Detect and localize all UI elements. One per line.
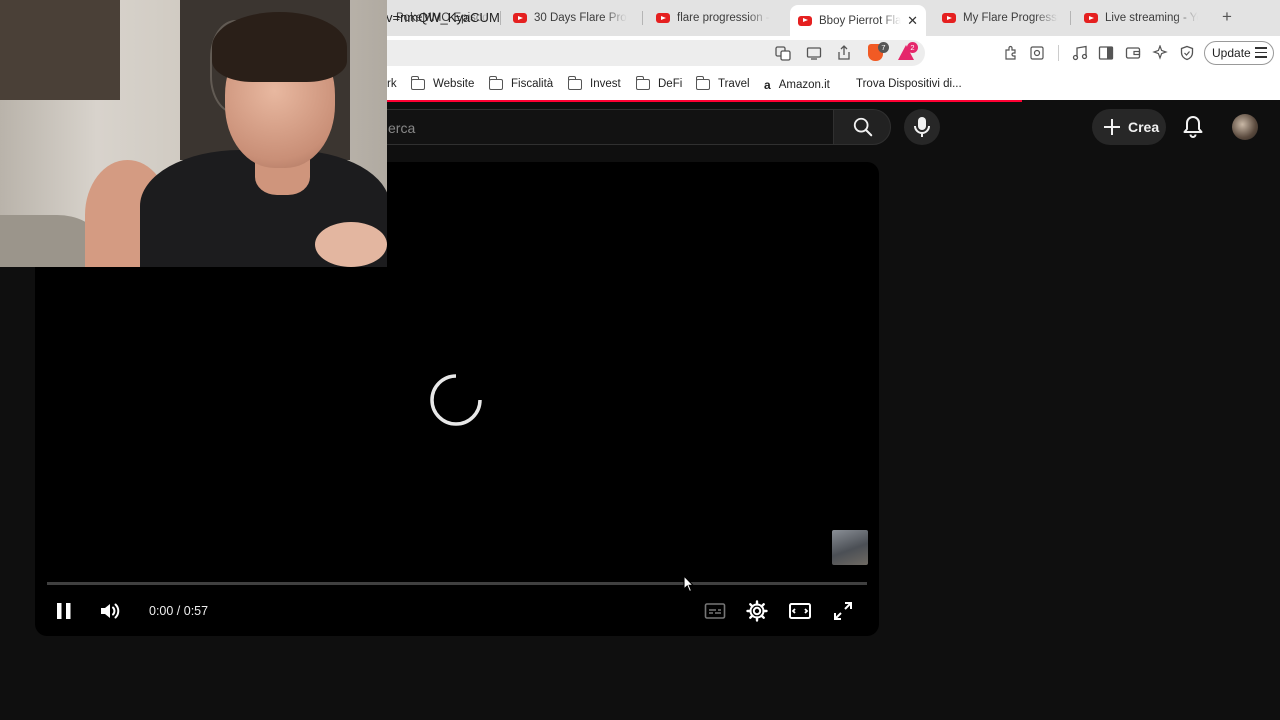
bookmark-website[interactable]: Website: [410, 75, 475, 90]
subtitles-icon[interactable]: [703, 599, 727, 623]
update-label: Update: [1212, 46, 1251, 60]
bookmark-defi[interactable]: DeFi: [635, 75, 683, 90]
url-text[interactable]: v=nmQW_KyaCUM: [386, 10, 500, 25]
tab-flare-progression[interactable]: flare progression -: [648, 5, 778, 31]
search-input[interactable]: [380, 109, 834, 145]
account-avatar[interactable]: [1232, 114, 1258, 140]
page-load-progress: [387, 100, 1022, 102]
tab-title: flare progression -: [677, 12, 770, 24]
folder-icon: [567, 75, 582, 90]
search-button[interactable]: [833, 109, 891, 145]
bookmark-label: Invest: [590, 78, 621, 90]
tab-title: Bboy Pierrot Flare: [819, 14, 902, 27]
end-screen-thumbnail[interactable]: [832, 530, 868, 565]
leo-ai-icon[interactable]: [1152, 45, 1168, 61]
notifications-bell-icon[interactable]: [1182, 115, 1204, 139]
webcam-person-hair: [212, 12, 347, 82]
tab-separator: [500, 11, 501, 25]
reader-mode-icon[interactable]: [1029, 45, 1045, 61]
bookmark-label: Website: [433, 78, 475, 90]
new-tab-button[interactable]: +: [1222, 7, 1232, 27]
bookmark-label: Fiscalità: [511, 78, 554, 90]
folder-icon: [635, 75, 650, 90]
search-icon: [853, 117, 873, 137]
tab-title: Live streaming - YouTube: [1105, 12, 1198, 24]
tab-my-flare-progression[interactable]: My Flare Progression: [934, 5, 1066, 31]
youtube-favicon-icon: [513, 13, 527, 23]
webcam-person-hand: [315, 222, 387, 267]
youtube-favicon-icon: [656, 13, 670, 23]
bookmark-fiscalita[interactable]: Fiscalità: [488, 75, 554, 90]
folder-icon: [488, 75, 503, 90]
tab-title: My Flare Progression: [963, 12, 1058, 24]
theater-mode-icon[interactable]: [788, 599, 812, 623]
youtube-favicon-icon: [798, 15, 812, 26]
loading-spinner-icon: [430, 374, 482, 426]
fullscreen-icon[interactable]: [831, 599, 855, 623]
extensions-icon[interactable]: [1003, 45, 1019, 61]
webcam-background-cloth: [0, 215, 95, 267]
tab-title: 30 Days Flare Progression: [534, 12, 627, 24]
tab-bboy-pierrot-active[interactable]: Bboy Pierrot Flare ✕: [790, 5, 926, 36]
bookmark-item[interactable]: rk: [387, 78, 397, 90]
bookmark-amazon[interactable]: a Amazon.it: [764, 78, 830, 92]
volume-icon[interactable]: [98, 599, 122, 623]
youtube-favicon-icon: [1084, 13, 1098, 23]
wallet-icon[interactable]: [1125, 45, 1141, 61]
search-placeholder: erca: [388, 120, 416, 136]
folder-icon: [410, 75, 425, 90]
mouse-cursor-icon: [683, 575, 695, 593]
menu-hamburger-icon: [1255, 47, 1267, 61]
create-label: Crea: [1128, 119, 1160, 135]
folder-icon: [695, 75, 710, 90]
youtube-favicon-icon: [942, 13, 956, 23]
cast-icon[interactable]: [806, 45, 822, 61]
time-display: 0:00 / 0:57: [149, 604, 209, 618]
webcam-overlay: [0, 0, 387, 267]
rewards-count-badge: 2: [907, 42, 918, 53]
share-icon[interactable]: [836, 45, 852, 61]
bookmark-find-devices[interactable]: Trova Dispositivi di...: [848, 78, 962, 90]
shields-count-badge: 7: [878, 42, 889, 53]
bookmark-label: rk: [387, 78, 397, 90]
amazon-icon: a: [764, 78, 771, 92]
voice-search-button[interactable]: [904, 109, 940, 145]
webcam-background-frame: [0, 0, 120, 100]
pause-button[interactable]: [52, 599, 76, 623]
plus-icon: [1104, 119, 1120, 135]
bookmark-travel[interactable]: Travel: [695, 75, 750, 90]
tab-separator: [1070, 11, 1071, 25]
tab-30-days-flare[interactable]: 30 Days Flare Progression: [505, 5, 635, 31]
media-controls-icon[interactable]: [1072, 45, 1088, 61]
bookmark-label: DeFi: [658, 78, 683, 90]
progress-scrubber[interactable]: [47, 582, 867, 585]
sidebar-toggle-icon[interactable]: [1098, 45, 1114, 61]
bookmark-invest[interactable]: Invest: [567, 75, 621, 90]
bookmark-label: Amazon.it: [778, 79, 830, 91]
microphone-icon: [914, 117, 930, 137]
settings-gear-icon[interactable]: [745, 599, 769, 623]
update-button[interactable]: Update: [1204, 41, 1274, 65]
tab-separator: [642, 11, 643, 25]
tab-live-streaming[interactable]: Live streaming - YouTube: [1076, 5, 1206, 31]
translate-icon[interactable]: [775, 45, 791, 61]
toolbar-divider: [1058, 45, 1059, 61]
bookmark-label: Travel: [718, 78, 750, 90]
vpn-shield-icon[interactable]: [1179, 45, 1195, 61]
close-tab-icon[interactable]: ✕: [907, 13, 918, 29]
bookmark-label: Trova Dispositivi di...: [856, 78, 962, 90]
